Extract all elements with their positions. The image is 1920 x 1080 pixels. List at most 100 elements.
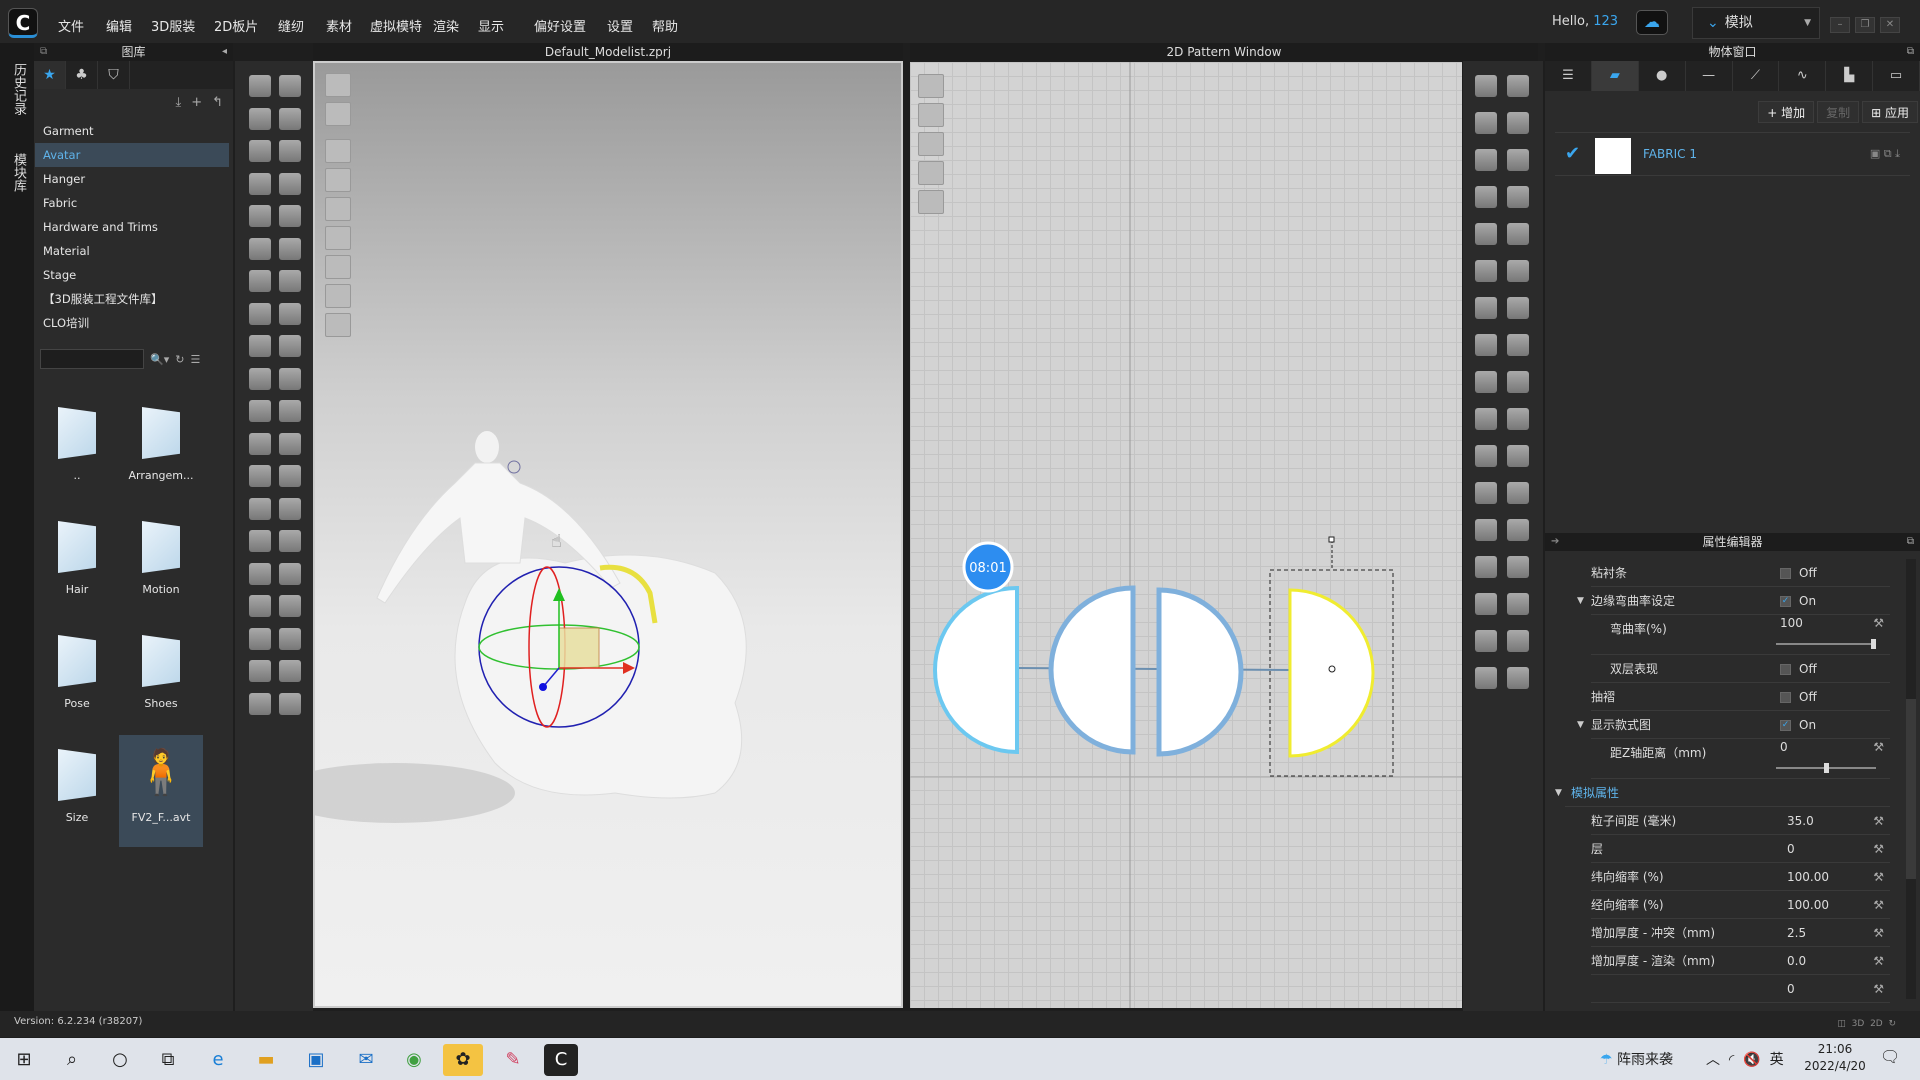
download-icon[interactable]: ⤓ [175, 95, 181, 110]
pattern-piece-1[interactable] [933, 585, 1019, 755]
property-slider[interactable] [1776, 763, 1876, 773]
tool-icon[interactable] [249, 562, 271, 585]
menu-item[interactable]: 素材 [326, 16, 352, 35]
checkbox-checked[interactable]: ✓ [1780, 720, 1791, 731]
menu-item[interactable]: 3D服装 [151, 16, 195, 35]
property-value[interactable]: Off [1780, 655, 1817, 683]
tool-icon[interactable] [1507, 186, 1529, 208]
wrench-icon[interactable]: ⚒ [1873, 807, 1884, 835]
tool-icon[interactable] [249, 172, 271, 195]
garment-skirt[interactable] [454, 554, 747, 799]
tool-icon[interactable] [249, 530, 271, 552]
copy-button[interactable]: 复制 [1817, 101, 1860, 123]
store-icon[interactable]: ▣ [296, 1044, 336, 1076]
tool-icon[interactable] [249, 692, 271, 715]
add-button[interactable]: + 增加 [1758, 101, 1815, 123]
tool-icon[interactable] [1475, 556, 1497, 578]
tool-icon[interactable] [279, 205, 301, 227]
checkbox[interactable] [1780, 692, 1791, 703]
property-value[interactable]: 100.00 [1787, 863, 1829, 891]
rotate-handle[interactable] [1328, 536, 1335, 543]
tool-icon[interactable] [249, 432, 271, 455]
tool-icon[interactable] [1507, 260, 1529, 282]
tool-icon[interactable] [1507, 297, 1529, 319]
tool-icon[interactable] [1507, 334, 1529, 356]
checkbox-checked[interactable]: ✓ [1780, 596, 1791, 607]
app-paint-icon[interactable]: ✎ [493, 1044, 533, 1076]
line-icon[interactable]: ⟋ [1733, 61, 1780, 91]
property-value[interactable]: 0 [1780, 733, 1788, 761]
pattern-piece-4-selected[interactable] [1288, 588, 1375, 758]
button-icon[interactable]: ● [1639, 61, 1686, 91]
library-item[interactable]: Arrangem... [119, 393, 203, 505]
checkbox[interactable] [1780, 568, 1791, 579]
ime-indicator[interactable]: 英 [1770, 1052, 1784, 1068]
tool-icon[interactable] [279, 465, 301, 487]
app-flower-icon[interactable]: ✿ [443, 1044, 483, 1076]
expand-triangle-icon[interactable]: ▼ [1577, 587, 1584, 615]
store-bag-icon[interactable]: ⛉ [98, 61, 130, 89]
library-category[interactable]: Stage [35, 263, 232, 287]
tool-icon[interactable] [279, 107, 301, 130]
notification-icon[interactable]: 🗨 [1880, 1047, 1900, 1066]
gizmo-plane-handle[interactable] [558, 627, 600, 669]
cortana-icon[interactable]: ○ [100, 1044, 140, 1076]
tool-icon[interactable] [249, 465, 271, 487]
tool-icon[interactable] [1507, 482, 1529, 504]
tool-icon[interactable] [1475, 112, 1497, 134]
check-icon[interactable]: ✔ [1565, 143, 1580, 164]
tool-icon[interactable] [1507, 75, 1529, 97]
tool-icon[interactable] [249, 302, 271, 325]
2d-pattern-canvas[interactable]: 08:01 [910, 62, 1462, 1008]
collapse-arrow-icon[interactable]: ➔ [1551, 533, 1559, 551]
property-value[interactable]: 0 [1787, 975, 1795, 1003]
close-button[interactable]: ✕ [1880, 17, 1900, 33]
wrench-icon[interactable]: ⚒ [1873, 947, 1884, 975]
tool-icon[interactable] [1475, 297, 1497, 319]
view-3d-button[interactable]: 3D [1852, 1019, 1865, 1029]
topstitch-icon[interactable]: — [1686, 61, 1733, 91]
tool-icon[interactable] [249, 367, 271, 390]
tool-icon[interactable] [249, 270, 271, 292]
mail-icon[interactable]: ✉ [346, 1044, 386, 1076]
library-item[interactable]: .. [35, 393, 119, 505]
library-item[interactable]: Shoes [119, 621, 203, 733]
popout-icon[interactable]: ⧉ [40, 43, 47, 61]
tool-icon[interactable] [1507, 630, 1529, 652]
tool-icon[interactable] [1475, 593, 1497, 615]
library-item[interactable]: Motion [119, 507, 203, 619]
library-category[interactable]: 【3D服装工程文件库】 [35, 287, 232, 311]
tool-icon[interactable] [1507, 667, 1529, 689]
minimize-button[interactable]: – [1830, 17, 1850, 33]
library-category[interactable]: Material [35, 239, 232, 263]
tool-icon[interactable] [1507, 149, 1529, 171]
tool-icon[interactable] [249, 75, 271, 97]
expand-triangle-icon[interactable]: ▼ [1577, 711, 1584, 739]
scrollbar[interactable] [1906, 559, 1916, 999]
cloud-icon[interactable]: ☁ [1636, 10, 1668, 35]
wrench-icon[interactable]: ⚒ [1873, 919, 1884, 947]
pattern-piece-2[interactable] [1048, 585, 1136, 755]
property-slider[interactable] [1776, 639, 1876, 649]
property-value[interactable]: Off [1780, 559, 1817, 587]
tool-icon[interactable] [279, 400, 301, 422]
tool-icon[interactable] [1507, 371, 1529, 393]
refresh-icon[interactable]: ↻ [1888, 1019, 1896, 1029]
library-category[interactable]: Avatar [35, 143, 229, 167]
wrench-icon[interactable]: ⚒ [1873, 835, 1884, 863]
tool-icon[interactable] [249, 237, 271, 260]
tool-icon[interactable] [279, 692, 301, 715]
tool-icon[interactable] [279, 237, 301, 260]
tool-icon[interactable] [279, 302, 301, 325]
tool-icon[interactable] [279, 335, 301, 357]
trims-icon[interactable]: ▙ [1826, 61, 1874, 91]
wifi-icon[interactable]: ◜ [1729, 1052, 1734, 1068]
clock[interactable]: 21:06 2022/4/20 [1800, 1041, 1870, 1075]
ruler-icon[interactable]: ▭ [1873, 61, 1920, 91]
popout-icon[interactable]: ⧉ [1907, 43, 1914, 61]
edge-icon[interactable]: e [198, 1044, 238, 1076]
property-value[interactable]: 0.0 [1787, 947, 1806, 975]
tool-icon[interactable] [249, 140, 271, 162]
gizmo-z-handle[interactable] [539, 683, 547, 691]
clo-app-icon[interactable]: C [544, 1044, 578, 1076]
